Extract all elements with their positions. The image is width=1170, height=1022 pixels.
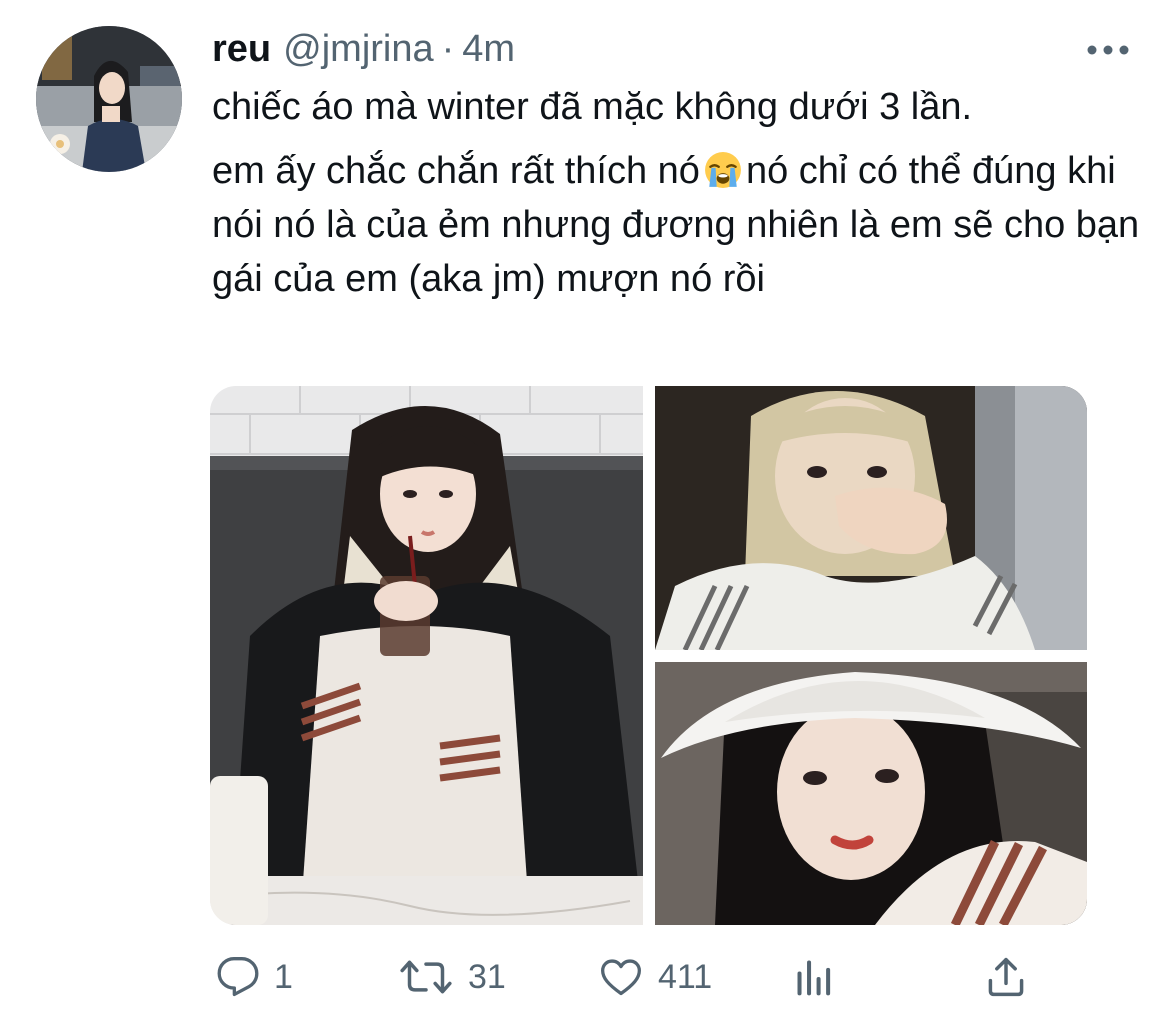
reply-icon [217, 957, 259, 997]
photo-girl-covering-mouth-image [655, 386, 1087, 650]
retweet-count: 31 [468, 957, 506, 996]
tweet-text-paragraph-2: em ấy chắc chắn rất thích nó nó chỉ có t… [212, 144, 1142, 306]
author-display-name[interactable]: reu [212, 28, 271, 71]
heart-icon [601, 959, 641, 996]
photo-girl-bucket-hat[interactable] [655, 662, 1087, 925]
more-horizontal-icon [1087, 45, 1129, 55]
loudly-crying-face-icon [704, 152, 741, 188]
tweet-text-line-1: chiếc áo mà winter đã mặc không dưới 3 l… [212, 86, 973, 128]
retweet-button[interactable]: 31 [398, 950, 506, 1004]
reply-button[interactable]: 1 [216, 950, 293, 1004]
photo-girl-covering-mouth[interactable] [655, 386, 1087, 650]
media-grid [210, 386, 1087, 925]
share-button[interactable] [984, 950, 1028, 1004]
analytics-button[interactable] [792, 950, 836, 1004]
separator-dot: · [441, 28, 455, 70]
photo-girl-with-drink-image [210, 386, 643, 925]
share-icon [988, 957, 1024, 997]
more-options-button[interactable] [1086, 38, 1130, 62]
tweet-timestamp[interactable]: 4m [462, 28, 515, 71]
avatar-image [36, 26, 182, 172]
like-button[interactable]: 411 [598, 950, 712, 1004]
tweet-header: reu @jmjrina · 4m [212, 28, 515, 76]
tweet-text-line-2: em ấy chắc chắn rất thích nó [212, 150, 700, 192]
photo-girl-with-drink[interactable] [210, 386, 643, 925]
tweet-text: chiếc áo mà winter đã mặc không dưới 3 l… [212, 80, 1142, 306]
retweet-icon [400, 960, 452, 994]
analytics-icon [797, 960, 831, 996]
author-avatar[interactable] [36, 26, 182, 172]
reply-count: 1 [274, 957, 293, 996]
like-count: 411 [658, 957, 713, 996]
author-handle[interactable]: @jmjrina [283, 28, 433, 71]
photo-girl-bucket-hat-image [655, 662, 1087, 925]
